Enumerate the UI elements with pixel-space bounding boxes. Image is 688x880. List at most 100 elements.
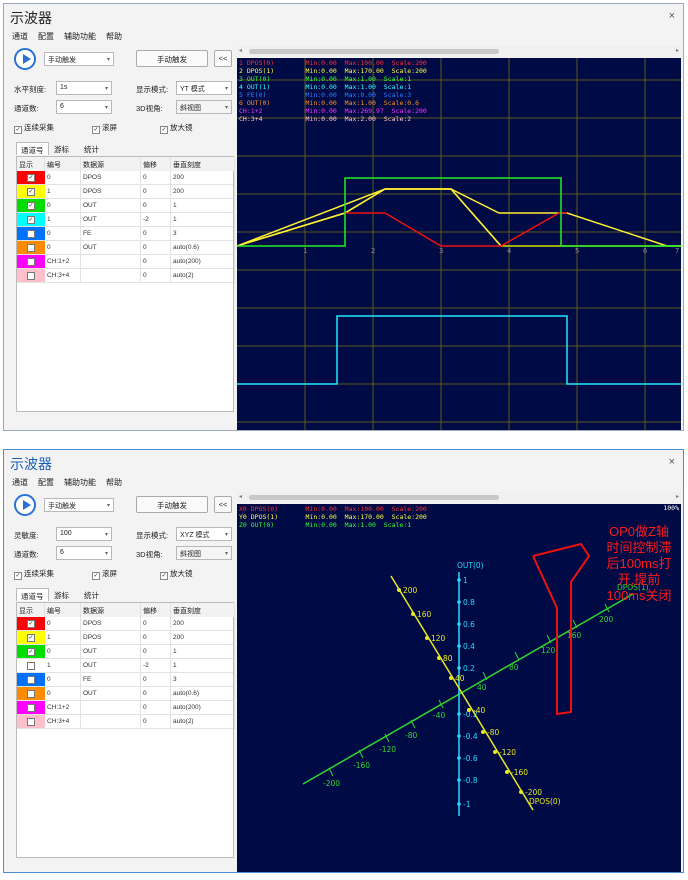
table-row[interactable]: CH:1+2 0 auto(200) — [17, 255, 235, 269]
menu-item-2[interactable]: 辅助功能 — [64, 477, 96, 488]
table-row[interactable]: ✓ 1 DPOS 0 200 — [17, 185, 235, 199]
cell-scale: 1 — [171, 645, 235, 659]
tab-0[interactable]: 通道号 — [16, 588, 49, 601]
scroll-right-icon[interactable]: ▸ — [676, 493, 679, 500]
table-row[interactable]: 1 OUT -2 1 — [17, 659, 235, 673]
menu-item-2[interactable]: 辅助功能 — [64, 31, 96, 42]
table-row[interactable]: ✓ 0 DPOS 0 200 — [17, 171, 235, 185]
view3d-value: 斜视图 — [180, 105, 201, 112]
channel-visible-checkbox[interactable] — [27, 272, 35, 280]
checkbox-2[interactable]: ✓ 放大镜 — [160, 122, 193, 134]
trajectory-line — [532, 542, 591, 716]
close-icon[interactable]: × — [669, 10, 675, 22]
column-header: 显示 — [17, 157, 45, 171]
x-axis-tick-label: 120 — [541, 646, 556, 655]
checkbox-2[interactable]: ✓ 放大镜 — [160, 568, 193, 580]
menu-item-1[interactable]: 配置 — [38, 31, 54, 42]
table-row[interactable]: ✓ 1 DPOS 0 200 — [17, 631, 235, 645]
row1-select[interactable]: 100 ▾ — [56, 527, 112, 541]
channel-visible-checkbox[interactable] — [27, 690, 35, 698]
table-row[interactable]: ✓ 1 OUT -2 1 — [17, 213, 235, 227]
tab-0[interactable]: 通道号 — [16, 142, 49, 155]
channel-visible-checkbox[interactable] — [27, 718, 35, 726]
scroll-right-icon[interactable]: ▸ — [676, 47, 679, 54]
row1-select[interactable]: 1s ▾ — [56, 81, 112, 95]
tab-2[interactable]: 统计 — [80, 588, 103, 601]
manual-trigger-button[interactable]: 手动触发 — [136, 50, 208, 67]
horizontal-scrollbar[interactable]: ◂ ▸ — [237, 46, 681, 57]
check-box-icon: ✓ — [160, 126, 168, 134]
table-row[interactable]: 0 OUT 0 auto(0.6) — [17, 241, 235, 255]
channel-visible-checkbox[interactable] — [27, 244, 35, 252]
menu-item-0[interactable]: 通道 — [12, 31, 28, 42]
channels-select[interactable]: 6 ▾ — [56, 100, 112, 114]
menu-item-3[interactable]: 帮助 — [106, 31, 122, 42]
scroll-left-icon[interactable]: ◂ — [239, 493, 242, 500]
manual-trigger-button[interactable]: 手动触发 — [136, 496, 208, 513]
cell-scale: 1 — [171, 659, 235, 673]
x-tick-label: 3 — [439, 247, 443, 255]
checkbox-1[interactable]: ✓ 滚屏 — [92, 122, 117, 134]
table-row[interactable]: ✓ 0 DPOS 0 200 — [17, 617, 235, 631]
channel-visible-checkbox[interactable]: ✓ — [27, 648, 35, 656]
horizontal-scrollbar[interactable]: ◂ ▸ — [237, 492, 681, 503]
y-axis-tick-label: 80 — [443, 654, 453, 663]
channel-visible-checkbox[interactable]: ✓ — [27, 620, 35, 628]
tab-1[interactable]: 游标 — [50, 588, 73, 601]
channels-select[interactable]: 6 ▾ — [56, 546, 112, 560]
channel-visible-checkbox[interactable] — [27, 676, 35, 684]
view3d-label: 3D视角: — [136, 104, 163, 113]
close-icon[interactable]: × — [669, 456, 675, 468]
play-icon[interactable] — [14, 48, 36, 70]
title-bar: 示波器 × — [4, 4, 683, 28]
channel-visible-checkbox[interactable] — [27, 230, 35, 238]
cell-src: FE — [81, 673, 141, 687]
checkbox-0[interactable]: ✓ 连续采集 — [14, 122, 54, 134]
menu-item-1[interactable]: 配置 — [38, 477, 54, 488]
z-axis-tick-label: -1 — [463, 800, 471, 809]
display-mode-select[interactable]: YT 模式 ▾ — [176, 81, 232, 95]
table-row[interactable]: ✓ 0 OUT 0 1 — [17, 199, 235, 213]
menu-item-0[interactable]: 通道 — [12, 477, 28, 488]
check-box-icon: ✓ — [14, 126, 22, 134]
scrollbar-thumb[interactable] — [249, 495, 499, 500]
checkbox-0[interactable]: ✓ 连续采集 — [14, 568, 54, 580]
menu-item-3[interactable]: 帮助 — [106, 477, 122, 488]
scroll-left-icon[interactable]: ◂ — [239, 47, 242, 54]
channel-visible-checkbox[interactable]: ✓ — [27, 634, 35, 642]
display-mode-select[interactable]: XYZ 模式 ▾ — [176, 527, 232, 541]
channel-visible-checkbox[interactable] — [27, 258, 35, 266]
channel-visible-checkbox[interactable]: ✓ — [27, 174, 35, 182]
legend-entry: X0 DPOS(0) Min:0.00 Max:100.00 Scale:200 — [239, 505, 427, 513]
table-row[interactable]: 0 FE 0 3 — [17, 673, 235, 687]
table-row[interactable]: 0 OUT 0 auto(0.6) — [17, 687, 235, 701]
channel-visible-checkbox[interactable]: ✓ — [27, 202, 35, 210]
trigger-mode-select[interactable]: 手动触发 ▾ — [44, 498, 114, 512]
checkbox-1[interactable]: ✓ 滚屏 — [92, 568, 117, 580]
column-header: 显示 — [17, 603, 45, 617]
tab-1[interactable]: 游标 — [50, 142, 73, 155]
play-icon[interactable] — [14, 494, 36, 516]
table-row[interactable]: CH:1+2 0 auto(200) — [17, 701, 235, 715]
channel-visible-checkbox[interactable]: ✓ — [27, 216, 35, 224]
table-row[interactable]: ✓ 0 OUT 0 1 — [17, 645, 235, 659]
view3d-select[interactable]: 斜视图 ▾ — [176, 100, 232, 114]
scrollbar-thumb[interactable] — [249, 49, 499, 54]
z-axis-tick-label: 0.8 — [463, 598, 475, 607]
cell-src: DPOS — [81, 171, 141, 185]
x-tick-label: 6 — [643, 247, 647, 255]
z-axis-tick — [457, 734, 461, 738]
table-row[interactable]: CH:3+4 0 auto(2) — [17, 715, 235, 729]
menu-bar: 通道 配置 辅助功能 帮助 — [4, 475, 683, 489]
table-row[interactable]: 0 FE 0 3 — [17, 227, 235, 241]
table-row[interactable]: CH:3+4 0 auto(2) — [17, 269, 235, 283]
channel-visible-checkbox[interactable]: ✓ — [27, 188, 35, 196]
view3d-select[interactable]: 斜视图 ▾ — [176, 546, 232, 560]
tab-2[interactable]: 统计 — [80, 142, 103, 155]
collapse-button[interactable]: << — [214, 496, 232, 513]
channel-visible-checkbox[interactable] — [27, 662, 35, 670]
trigger-mode-select[interactable]: 手动触发 ▾ — [44, 52, 114, 66]
channel-visible-checkbox[interactable] — [27, 704, 35, 712]
collapse-button[interactable]: << — [214, 50, 232, 67]
z-axis-tick-label: -0.6 — [463, 754, 478, 763]
